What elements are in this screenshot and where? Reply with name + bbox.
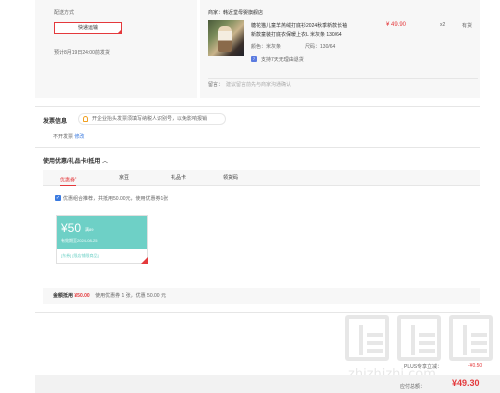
watermark-glyph	[397, 315, 441, 361]
summary-label: 金额抵用	[53, 293, 74, 299]
final-total-value: ¥49.30	[452, 378, 480, 388]
summary-detail: 使用优惠券 1 张，优惠 50.00 元	[95, 293, 166, 299]
coupon-expiry: 有效期至2024-08-25	[61, 238, 98, 243]
stock-status: 有货	[462, 23, 473, 29]
product-price: ¥ 49.90	[386, 22, 407, 28]
divider	[35, 147, 480, 148]
tab-jingdou[interactable]: 京豆	[119, 170, 129, 186]
invoice-edit-link[interactable]: 修改	[74, 134, 84, 140]
coupon-section-label: 使用优惠/礼品卡/抵用	[43, 159, 101, 165]
size-value: 130/64	[320, 44, 336, 50]
combo-text: 优惠组合推荐，共抵用50.00元，使用优惠券1张	[63, 196, 169, 202]
watermark-glyph	[345, 315, 389, 361]
remark-input[interactable]: 建议留言前先与商家沟通确认	[226, 81, 426, 88]
seller-line: 商家：韩近堂母婴旗舰店	[208, 9, 263, 16]
plus-discount-label: PLUS专享立减：	[404, 364, 443, 370]
divider	[35, 106, 480, 107]
color-value: 米灰条	[266, 44, 282, 50]
discount-summary: 金额抵用 ¥50.00 使用优惠券 1 张，优惠 50.00 元	[43, 288, 480, 304]
tab-gift-card[interactable]: 礼品卡	[171, 170, 186, 186]
invoice-tip-text: 开企业抬头发票须填写纳税人识别号，以免影响报销	[92, 116, 208, 122]
product-quantity: x2	[440, 22, 446, 28]
coupon-card[interactable]: ¥50 满89 有效期至2024-08-25 [东券] [限店铺限商品]	[56, 215, 148, 264]
coupon-tags: [东券] [限店铺限商品]	[57, 249, 147, 263]
seller-name[interactable]: 韩近堂母婴旗舰店	[223, 10, 263, 16]
product-name-line2[interactable]: 新款童装打底衣保暖上衣L 米灰条 130/64	[251, 31, 342, 38]
express-shipping-button[interactable]: 快递运输	[54, 22, 122, 34]
plus-discount-value: -¥0.50	[468, 363, 483, 369]
remark-label: 留言：	[208, 82, 224, 88]
check-corner-icon	[141, 257, 148, 264]
final-total-label: 应付总额：	[400, 384, 426, 390]
product-image[interactable]	[208, 20, 244, 56]
coupon-tabs: 优惠券• 京豆 礼品卡 领货码	[43, 170, 480, 186]
tab-coupon[interactable]: 优惠券•	[60, 170, 77, 186]
shipping-method-label: 快递运输	[77, 25, 98, 31]
combo-checkbox[interactable]: ✓	[55, 195, 61, 201]
return-policy: 支持7天无理由退货	[261, 57, 304, 63]
selected-corner-icon	[117, 29, 122, 34]
invoice-tip: 开企业抬头发票须填写纳税人识别号，以免影响报销	[78, 113, 226, 125]
invoice-status-line: 不开发票 修改	[53, 133, 84, 140]
total-bar	[35, 375, 500, 393]
tab-coupon-badge: •	[75, 175, 77, 180]
service-badge-icon: 7	[251, 56, 257, 62]
invoice-title: 发票信息	[43, 119, 68, 125]
chevron-up-icon[interactable]: ︿	[102, 159, 108, 165]
product-color: 颜色：米灰条	[251, 43, 281, 50]
size-label: 尺码：	[305, 44, 321, 50]
summary-amount: ¥50.00	[74, 293, 90, 299]
coupon-amount: ¥50	[61, 221, 82, 235]
watermark-glyph	[449, 315, 493, 361]
invoice-status: 不开发票	[53, 134, 74, 140]
coupon-section-title[interactable]: 使用优惠/礼品卡/抵用 ︿	[43, 156, 108, 165]
product-size: 尺码：130/64	[305, 43, 335, 50]
bulb-icon	[83, 116, 88, 122]
tab-coupon-label: 优惠券	[60, 177, 76, 184]
seller-label: 商家：	[208, 10, 224, 16]
tab-redeem-code[interactable]: 领货码	[223, 170, 238, 186]
coupon-condition: 满89	[85, 227, 94, 232]
delivery-estimate: 预计8月19日24:00前发货	[54, 50, 110, 56]
divider	[35, 312, 480, 313]
product-name-line1[interactable]: 糖花猫儿童羊羔绒打底衫2024秋季新款长袖	[251, 22, 347, 29]
product-figure	[218, 26, 232, 52]
color-label: 颜色：	[251, 44, 267, 50]
coupon-card-top: ¥50 满89 有效期至2024-08-25	[57, 216, 147, 249]
shipping-title: 配送方式	[54, 10, 75, 16]
